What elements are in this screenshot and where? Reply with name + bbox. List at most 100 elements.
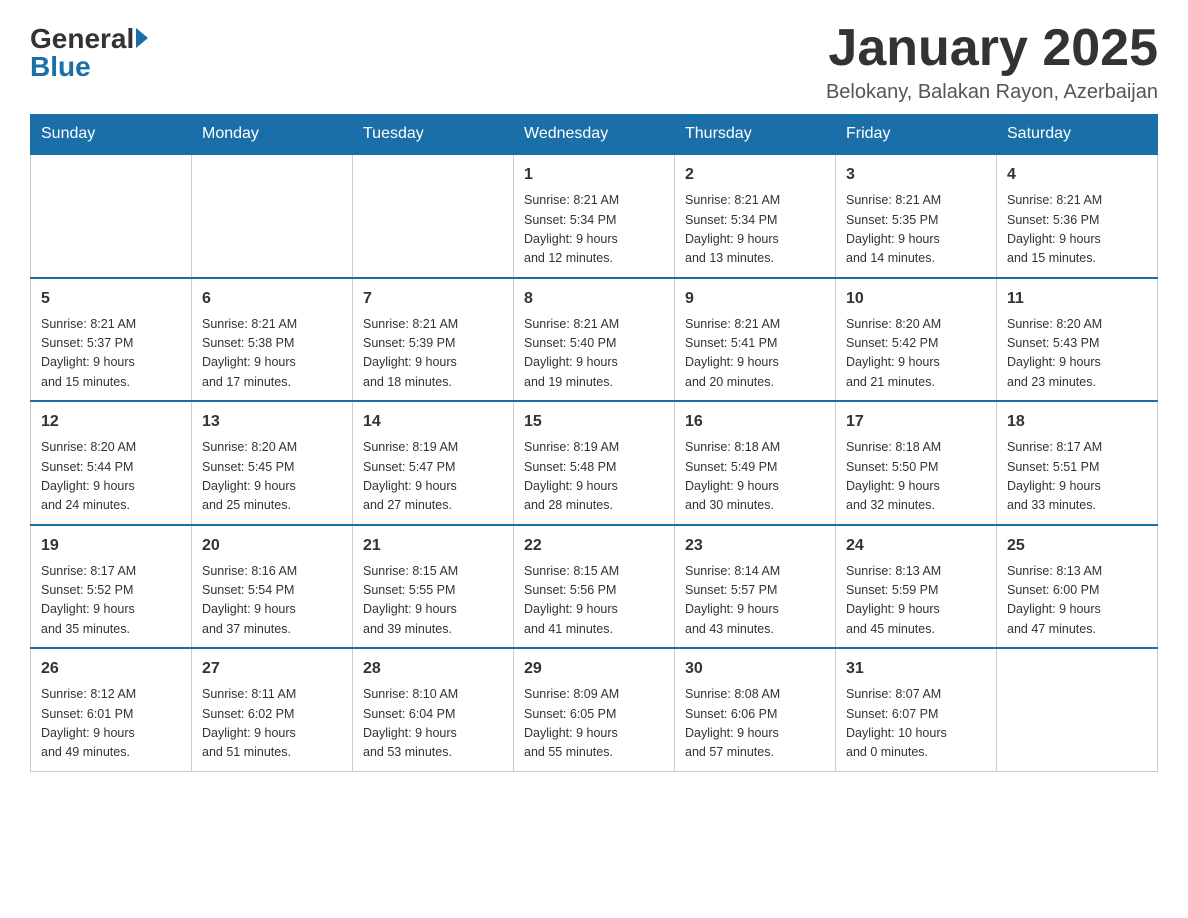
- day-cell: 27Sunrise: 8:11 AMSunset: 6:02 PMDayligh…: [192, 648, 353, 771]
- day-cell: 17Sunrise: 8:18 AMSunset: 5:50 PMDayligh…: [836, 401, 997, 525]
- day-info: Sunrise: 8:21 AMSunset: 5:37 PMDaylight:…: [41, 315, 181, 393]
- header-friday: Friday: [836, 115, 997, 155]
- header-sunday: Sunday: [31, 115, 192, 155]
- day-info: Sunrise: 8:17 AMSunset: 5:52 PMDaylight:…: [41, 562, 181, 640]
- title-block: January 2025 Belokany, Balakan Rayon, Az…: [826, 20, 1158, 104]
- day-info: Sunrise: 8:21 AMSunset: 5:39 PMDaylight:…: [363, 315, 503, 393]
- day-cell: [192, 154, 353, 278]
- day-cell: 30Sunrise: 8:08 AMSunset: 6:06 PMDayligh…: [675, 648, 836, 771]
- header-thursday: Thursday: [675, 115, 836, 155]
- day-number: 27: [202, 657, 342, 681]
- day-info: Sunrise: 8:19 AMSunset: 5:48 PMDaylight:…: [524, 438, 664, 516]
- day-cell: 6 Sunrise: 8:21 AMSunset: 5:38 PMDaylight…: [192, 278, 353, 402]
- page-header: General Blue January 2025 Belokany, Bala…: [30, 20, 1158, 104]
- day-number: 28: [363, 657, 503, 681]
- day-number: 19: [41, 534, 181, 558]
- calendar-table: SundayMondayTuesdayWednesdayThursdayFrid…: [30, 114, 1158, 772]
- logo-triangle-icon: [136, 28, 148, 48]
- day-info: Sunrise: 8:07 AMSunset: 6:07 PMDaylight:…: [846, 685, 986, 763]
- day-cell: 11 Sunrise: 8:20 AMSunset: 5:43 PMDayligh…: [997, 278, 1158, 402]
- day-info: Sunrise: 8:20 AMSunset: 5:43 PMDaylight:…: [1007, 315, 1147, 393]
- day-number: 31: [846, 657, 986, 681]
- week-row-4: 19 Sunrise: 8:17 AMSunset: 5:52 PMDayligh…: [31, 525, 1158, 649]
- day-number: 16: [685, 410, 825, 434]
- day-number: 4: [1007, 163, 1147, 187]
- day-cell: 16 Sunrise: 8:18 AMSunset: 5:49 PMDayligh…: [675, 401, 836, 525]
- day-info: Sunrise: 8:18 AMSunset: 5:49 PMDaylight:…: [685, 438, 825, 516]
- day-number: 22: [524, 534, 664, 558]
- day-cell: [31, 154, 192, 278]
- day-info: Sunrise: 8:21 AMSunset: 5:38 PMDaylight:…: [202, 315, 342, 393]
- day-info: Sunrise: 8:21 AMSunset: 5:41 PMDaylight:…: [685, 315, 825, 393]
- header-tuesday: Tuesday: [353, 115, 514, 155]
- day-number: 13: [202, 410, 342, 434]
- day-cell: 3 Sunrise: 8:21 AMSunset: 5:35 PMDaylight…: [836, 154, 997, 278]
- day-info: Sunrise: 8:13 AMSunset: 6:00 PMDaylight:…: [1007, 562, 1147, 640]
- day-number: 10: [846, 287, 986, 311]
- day-cell: 19 Sunrise: 8:17 AMSunset: 5:52 PMDayligh…: [31, 525, 192, 649]
- day-cell: 20 Sunrise: 8:16 AMSunset: 5:54 PMDayligh…: [192, 525, 353, 649]
- day-info: Sunrise: 8:20 AMSunset: 5:42 PMDaylight:…: [846, 315, 986, 393]
- day-info: Sunrise: 8:09 AMSunset: 6:05 PMDaylight:…: [524, 685, 664, 763]
- day-cell: 24 Sunrise: 8:13 AMSunset: 5:59 PMDayligh…: [836, 525, 997, 649]
- day-info: Sunrise: 8:20 AMSunset: 5:45 PMDaylight:…: [202, 438, 342, 516]
- day-info: Sunrise: 8:21 AMSunset: 5:34 PMDaylight:…: [685, 191, 825, 269]
- day-number: 11: [1007, 287, 1147, 311]
- day-number: 3: [846, 163, 986, 187]
- day-info: Sunrise: 8:21 AMSunset: 5:34 PMDaylight:…: [524, 191, 664, 269]
- day-cell: 14Sunrise: 8:19 AMSunset: 5:47 PMDayligh…: [353, 401, 514, 525]
- day-number: 26: [41, 657, 181, 681]
- day-number: 2: [685, 163, 825, 187]
- day-info: Sunrise: 8:17 AMSunset: 5:51 PMDaylight:…: [1007, 438, 1147, 516]
- day-cell: 2 Sunrise: 8:21 AMSunset: 5:34 PMDaylight…: [675, 154, 836, 278]
- week-row-3: 12Sunrise: 8:20 AMSunset: 5:44 PMDayligh…: [31, 401, 1158, 525]
- day-info: Sunrise: 8:15 AMSunset: 5:55 PMDaylight:…: [363, 562, 503, 640]
- day-info: Sunrise: 8:19 AMSunset: 5:47 PMDaylight:…: [363, 438, 503, 516]
- day-cell: 23Sunrise: 8:14 AMSunset: 5:57 PMDayligh…: [675, 525, 836, 649]
- day-cell: 25 Sunrise: 8:13 AMSunset: 6:00 PMDayligh…: [997, 525, 1158, 649]
- day-number: 29: [524, 657, 664, 681]
- day-number: 18: [1007, 410, 1147, 434]
- week-row-2: 5Sunrise: 8:21 AMSunset: 5:37 PMDaylight…: [31, 278, 1158, 402]
- day-cell: 26 Sunrise: 8:12 AMSunset: 6:01 PMDayligh…: [31, 648, 192, 771]
- day-number: 6: [202, 287, 342, 311]
- logo: General Blue: [30, 20, 148, 81]
- day-cell: 28Sunrise: 8:10 AMSunset: 6:04 PMDayligh…: [353, 648, 514, 771]
- day-cell: 31 Sunrise: 8:07 AMSunset: 6:07 PMDayligh…: [836, 648, 997, 771]
- location-text: Belokany, Balakan Rayon, Azerbaijan: [826, 81, 1158, 104]
- day-info: Sunrise: 8:15 AMSunset: 5:56 PMDaylight:…: [524, 562, 664, 640]
- day-info: Sunrise: 8:12 AMSunset: 6:01 PMDaylight:…: [41, 685, 181, 763]
- day-number: 12: [41, 410, 181, 434]
- week-row-1: 1Sunrise: 8:21 AMSunset: 5:34 PMDaylight…: [31, 154, 1158, 278]
- day-number: 7: [363, 287, 503, 311]
- day-info: Sunrise: 8:21 AMSunset: 5:35 PMDaylight:…: [846, 191, 986, 269]
- day-info: Sunrise: 8:13 AMSunset: 5:59 PMDaylight:…: [846, 562, 986, 640]
- header-wednesday: Wednesday: [514, 115, 675, 155]
- day-info: Sunrise: 8:16 AMSunset: 5:54 PMDaylight:…: [202, 562, 342, 640]
- header-row: SundayMondayTuesdayWednesdayThursdayFrid…: [31, 115, 1158, 155]
- day-info: Sunrise: 8:21 AMSunset: 5:36 PMDaylight:…: [1007, 191, 1147, 269]
- day-cell: 9Sunrise: 8:21 AMSunset: 5:41 PMDaylight…: [675, 278, 836, 402]
- day-cell: 8Sunrise: 8:21 AMSunset: 5:40 PMDaylight…: [514, 278, 675, 402]
- day-cell: 5Sunrise: 8:21 AMSunset: 5:37 PMDaylight…: [31, 278, 192, 402]
- week-row-5: 26 Sunrise: 8:12 AMSunset: 6:01 PMDayligh…: [31, 648, 1158, 771]
- day-info: Sunrise: 8:18 AMSunset: 5:50 PMDaylight:…: [846, 438, 986, 516]
- day-cell: 18 Sunrise: 8:17 AMSunset: 5:51 PMDayligh…: [997, 401, 1158, 525]
- day-cell: 4 Sunrise: 8:21 AMSunset: 5:36 PMDaylight…: [997, 154, 1158, 278]
- day-cell: 12Sunrise: 8:20 AMSunset: 5:44 PMDayligh…: [31, 401, 192, 525]
- day-number: 20: [202, 534, 342, 558]
- day-number: 15: [524, 410, 664, 434]
- day-cell: 15 Sunrise: 8:19 AMSunset: 5:48 PMDayligh…: [514, 401, 675, 525]
- day-cell: 29 Sunrise: 8:09 AMSunset: 6:05 PMDayligh…: [514, 648, 675, 771]
- day-info: Sunrise: 8:21 AMSunset: 5:40 PMDaylight:…: [524, 315, 664, 393]
- day-number: 25: [1007, 534, 1147, 558]
- day-number: 24: [846, 534, 986, 558]
- day-cell: [353, 154, 514, 278]
- header-saturday: Saturday: [997, 115, 1158, 155]
- day-cell: 22 Sunrise: 8:15 AMSunset: 5:56 PMDayligh…: [514, 525, 675, 649]
- day-cell: 13 Sunrise: 8:20 AMSunset: 5:45 PMDayligh…: [192, 401, 353, 525]
- day-cell: 21Sunrise: 8:15 AMSunset: 5:55 PMDayligh…: [353, 525, 514, 649]
- day-number: 30: [685, 657, 825, 681]
- month-title: January 2025: [826, 20, 1158, 77]
- day-cell: 1Sunrise: 8:21 AMSunset: 5:34 PMDaylight…: [514, 154, 675, 278]
